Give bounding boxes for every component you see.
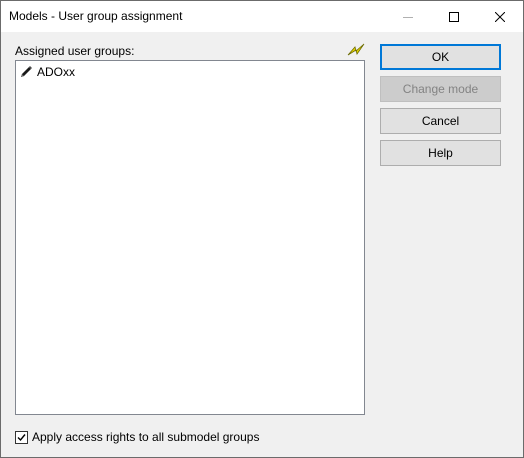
help-button[interactable]: Help	[380, 140, 501, 166]
ok-button[interactable]: OK	[380, 44, 501, 70]
maximize-button[interactable]	[431, 1, 477, 32]
dialog-window: Models - User group assignment Assigned …	[0, 0, 524, 458]
pencil-icon	[21, 66, 32, 77]
minimize-icon	[403, 16, 413, 18]
window-title: Models - User group assignment	[9, 9, 183, 23]
list-item-label: ADOxx	[37, 65, 76, 79]
user-groups-list[interactable]: ADOxx	[15, 60, 365, 415]
change-mode-button[interactable]: Change mode	[380, 76, 501, 102]
title-bar[interactable]: Models - User group assignment	[1, 1, 523, 32]
apply-rights-label: Apply access rights to all submodel grou…	[32, 430, 260, 444]
list-item[interactable]: ADOxx	[19, 64, 75, 80]
maximize-icon	[449, 11, 459, 22]
apply-rights-option[interactable]: Apply access rights to all submodel grou…	[15, 430, 259, 444]
apply-rights-checkbox[interactable]	[15, 430, 28, 444]
cancel-button[interactable]: Cancel	[380, 108, 501, 134]
close-button[interactable]	[477, 1, 523, 32]
refresh-button[interactable]	[347, 43, 365, 57]
minimize-button[interactable]	[385, 1, 431, 32]
close-icon	[495, 11, 505, 22]
checkmark-icon	[17, 433, 26, 441]
assigned-groups-label: Assigned user groups:	[15, 44, 135, 58]
lightning-icon	[347, 43, 365, 56]
